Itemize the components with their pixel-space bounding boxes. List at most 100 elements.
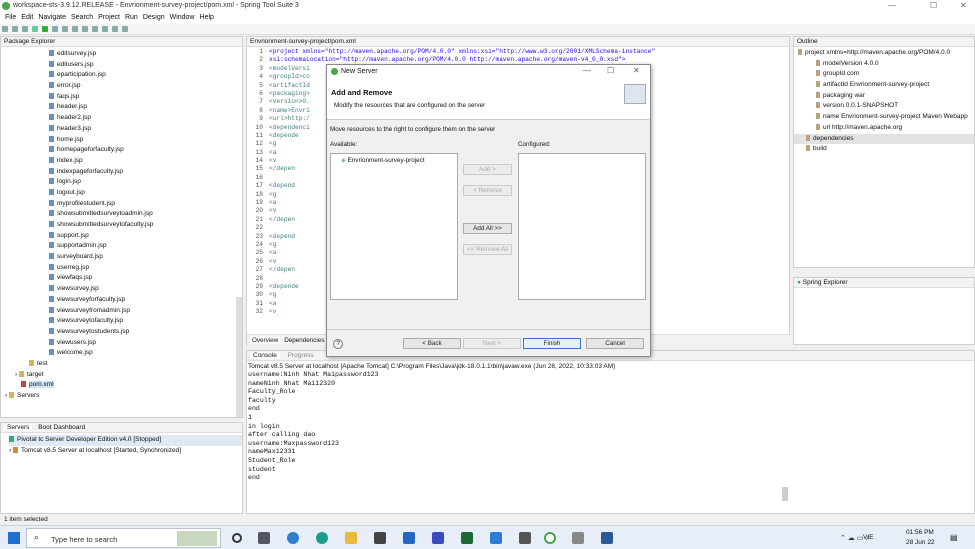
tree-item-pom[interactable]: pom.xml xyxy=(1,380,242,391)
tree-item-file[interactable]: viewsurveytofaculty.jsp xyxy=(49,316,242,327)
clock-date[interactable]: 28 Jun 22 xyxy=(906,539,935,546)
app-icon[interactable] xyxy=(432,532,444,544)
menu-search[interactable]: Search xyxy=(71,14,93,21)
close-button[interactable]: ✕ xyxy=(960,1,967,10)
outline-item[interactable]: packaging war xyxy=(794,91,974,102)
tab-progress[interactable]: Progress xyxy=(288,352,314,359)
taskbar-search-box[interactable]: ⌕ Type here to search xyxy=(26,528,221,548)
task-icon[interactable] xyxy=(112,26,118,32)
word-icon[interactable] xyxy=(601,532,613,544)
tree-item-target[interactable]: › target xyxy=(1,370,242,381)
menu-file[interactable]: File xyxy=(5,14,16,21)
outline-tab[interactable]: Outline xyxy=(794,37,974,47)
outline-item[interactable]: project xmlns=http://maven.apache.org/PO… xyxy=(794,48,974,59)
console-scrollbar[interactable] xyxy=(782,487,788,501)
app-icon[interactable] xyxy=(490,532,502,544)
dialog-close-button[interactable]: ✕ xyxy=(633,66,640,75)
tree-item-file[interactable]: error.jsp xyxy=(49,81,242,92)
next-button[interactable]: Next > xyxy=(463,338,521,349)
add-all-button[interactable]: Add All >> xyxy=(463,223,512,234)
app-icon[interactable] xyxy=(572,532,584,544)
run-icon[interactable] xyxy=(42,26,48,32)
tree-item-file[interactable]: supportadmin.jsp xyxy=(49,241,242,252)
menu-project[interactable]: Project xyxy=(98,14,120,21)
dialog-maximize-button[interactable]: ☐ xyxy=(607,66,614,75)
back-icon[interactable] xyxy=(82,26,88,32)
tree-item-file[interactable]: userreg.jsp xyxy=(49,263,242,274)
file-explorer-icon[interactable] xyxy=(345,532,357,544)
task-view-icon[interactable] xyxy=(258,532,270,544)
outline-item[interactable]: artifactId Envrionment-survey-project xyxy=(794,80,974,91)
forward-icon[interactable] xyxy=(92,26,98,32)
tree-item-file[interactable]: logout.jsp xyxy=(49,188,242,199)
windows-start-icon[interactable] xyxy=(8,532,20,544)
tree-item-file[interactable]: showsubmittedsurveytoadmin.jsp xyxy=(49,209,242,220)
edge-icon[interactable] xyxy=(287,532,299,544)
outline-item[interactable]: version 0.0.1-SNAPSHOT xyxy=(794,101,974,112)
available-list[interactable]: ◈ Envrionment-survey-project xyxy=(330,153,458,300)
tree-item-test[interactable]: test xyxy=(1,359,242,370)
tree-item-file[interactable]: welcome.jsp xyxy=(49,348,242,359)
configured-list[interactable] xyxy=(518,153,646,300)
cancel-button[interactable]: Cancel xyxy=(586,338,644,349)
tree-item-file[interactable]: showsubmittedsurveytofaculty.jsp xyxy=(49,220,242,231)
back-button[interactable]: < Back xyxy=(403,338,461,349)
tree-item-file[interactable]: surveyboard.jsp xyxy=(49,252,242,263)
outline-item[interactable]: name Envrionment-survey-project Maven We… xyxy=(794,112,974,123)
refresh-icon[interactable] xyxy=(72,26,78,32)
tree-item-file[interactable]: eparticipation.jsp xyxy=(49,70,242,81)
app-icon[interactable] xyxy=(519,532,531,544)
finish-button[interactable]: Finish xyxy=(523,338,581,349)
tab-overview[interactable]: Overview xyxy=(250,337,281,344)
outline-item[interactable]: dependencies xyxy=(794,133,974,145)
tree-item-file[interactable]: homepageforfaculty.jsp xyxy=(49,145,242,156)
console-output[interactable]: username:Ninh Nhat Maipassword123 nameNin… xyxy=(247,371,974,483)
tree-item-file[interactable]: header.jsp xyxy=(49,102,242,113)
tab-servers[interactable]: Servers xyxy=(4,424,33,431)
package-explorer-tab[interactable]: Package Explorer xyxy=(1,37,242,47)
search-icon[interactable] xyxy=(62,26,68,32)
new-icon[interactable] xyxy=(2,26,8,32)
tree-item-file[interactable]: viewusers.jsp xyxy=(49,338,242,349)
tab-boot-dashboard[interactable]: Boot Dashboard xyxy=(38,424,85,431)
save-icon[interactable] xyxy=(12,26,18,32)
print-icon[interactable] xyxy=(22,26,28,32)
dialog-minimize-button[interactable]: — xyxy=(583,66,591,75)
outline-item[interactable]: url http://maven.apache.org xyxy=(794,123,974,134)
menu-navigate[interactable]: Navigate xyxy=(38,14,66,21)
editor-tab[interactable]: Envrionment-survey-project/pom.xml xyxy=(247,37,789,47)
minimize-button[interactable]: — xyxy=(888,1,896,10)
outline-item[interactable]: modelVersion 4.0.0 xyxy=(794,59,974,70)
tab-console[interactable]: Console xyxy=(250,352,280,359)
tree-item-file[interactable]: index.jsp xyxy=(49,156,242,167)
menu-edit[interactable]: Edit xyxy=(21,14,33,21)
package-explorer-scrollbar[interactable] xyxy=(236,297,242,417)
tree-item-file[interactable]: editsurvey.jsp xyxy=(49,49,242,60)
store-icon[interactable] xyxy=(374,532,386,544)
tab-dependencies[interactable]: Dependencies xyxy=(282,337,326,344)
tree-item-file[interactable]: faqs.jsp xyxy=(49,92,242,103)
tree-item-file[interactable]: viewsurveyfromadmin.jsp xyxy=(49,306,242,317)
outline-item[interactable]: groupId com xyxy=(794,69,974,80)
maximize-button[interactable]: ☐ xyxy=(930,1,937,10)
menu-run[interactable]: Run xyxy=(125,14,138,21)
available-item[interactable]: ◈ Envrionment-survey-project xyxy=(341,157,457,164)
tree-item-file[interactable]: home.jsp xyxy=(49,135,242,146)
remove-all-button[interactable]: << Remove All xyxy=(463,244,512,255)
tree-item-file[interactable]: header2.jsp xyxy=(49,113,242,124)
tree-item-file[interactable]: viewsurvey.jsp xyxy=(49,284,242,295)
help-icon[interactable]: ? xyxy=(333,339,343,349)
language-indicator[interactable]: VIE xyxy=(863,534,873,541)
edge-dev-icon[interactable] xyxy=(316,532,328,544)
outline-item[interactable]: build xyxy=(794,144,974,155)
tree-item-file[interactable]: viewsurveytostudents.jsp xyxy=(49,327,242,338)
server-icon[interactable] xyxy=(52,26,58,32)
sts-taskbar-icon[interactable] xyxy=(544,532,556,544)
cortana-icon[interactable] xyxy=(232,533,242,543)
open-type-icon[interactable] xyxy=(102,26,108,32)
add-button[interactable]: Add > xyxy=(463,164,512,175)
menu-help[interactable]: Help xyxy=(200,14,214,21)
spring-explorer-tab[interactable]: ● Spring Explorer xyxy=(794,278,974,288)
excel-icon[interactable] xyxy=(461,532,473,544)
tree-item-file[interactable]: login.jsp xyxy=(49,177,242,188)
